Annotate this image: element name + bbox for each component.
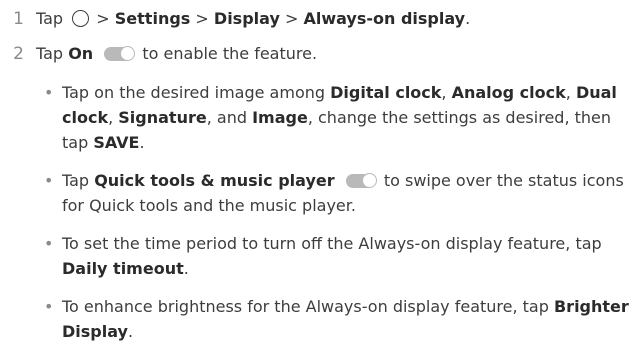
bullet-text: Tap on the desired image among: [62, 83, 326, 102]
bullet-dot: •: [44, 83, 54, 102]
bullet-text: To set the time period to turn off the A…: [62, 234, 602, 253]
quick-tools-label: Quick tools & music player: [94, 171, 335, 190]
bullet-item: • Tap on the desired image among Digital…: [44, 80, 640, 155]
step-text: to enable the feature.: [142, 44, 318, 63]
home-circle-icon: [72, 10, 90, 27]
settings-label: Settings: [114, 9, 191, 28]
punctuation: .: [127, 322, 134, 341]
bullet-text: To enhance brightness for the Always-on …: [62, 297, 549, 316]
punctuation: ,: [108, 108, 114, 127]
save-label: SAVE: [93, 133, 140, 152]
on-label: On: [68, 44, 94, 63]
always-on-label: Always-on display: [303, 9, 466, 28]
digital-clock-label: Digital clock: [330, 83, 442, 102]
punctuation: .: [139, 133, 145, 152]
display-label: Display: [213, 9, 280, 28]
daily-timeout-label: Daily timeout: [62, 259, 184, 278]
punctuation: ,: [565, 83, 571, 102]
toggle-switch-icon: [104, 46, 136, 61]
bullet-dot: •: [44, 297, 54, 316]
toggle-switch-icon: [345, 173, 377, 188]
step-text: Tap: [36, 9, 64, 28]
bullet-list: • Tap on the desired image among Digital…: [44, 80, 640, 357]
punctuation: , and: [206, 108, 247, 127]
separator: >: [284, 9, 299, 28]
step-1: 1 Tap > Settings > Display > Always-on di…: [0, 8, 470, 30]
bullet-item: • To set the time period to turn off the…: [44, 231, 640, 281]
punctuation: ,: [441, 83, 447, 102]
step-number: 1: [13, 9, 24, 29]
analog-clock-label: Analog clock: [451, 83, 566, 102]
bullet-text: Tap: [62, 171, 90, 190]
bullet-dot: •: [44, 234, 54, 253]
instructions-page: 1 Tap > Settings > Display > Always-on di…: [0, 0, 643, 344]
bullet-item: • Tap Quick tools & music player to swip…: [44, 168, 640, 218]
image-label: Image: [252, 108, 308, 127]
bullet-item: • To enhance brightness for the Always-o…: [44, 294, 640, 344]
step-2: 2 Tap On to enable the feature.: [0, 43, 317, 65]
separator: >: [195, 9, 209, 28]
punctuation: .: [465, 9, 471, 28]
step-text: Tap: [36, 44, 64, 63]
separator: >: [96, 9, 110, 28]
bullet-dot: •: [44, 171, 54, 190]
punctuation: .: [183, 259, 189, 278]
signature-label: Signature: [118, 108, 207, 127]
step-number: 2: [13, 44, 24, 64]
